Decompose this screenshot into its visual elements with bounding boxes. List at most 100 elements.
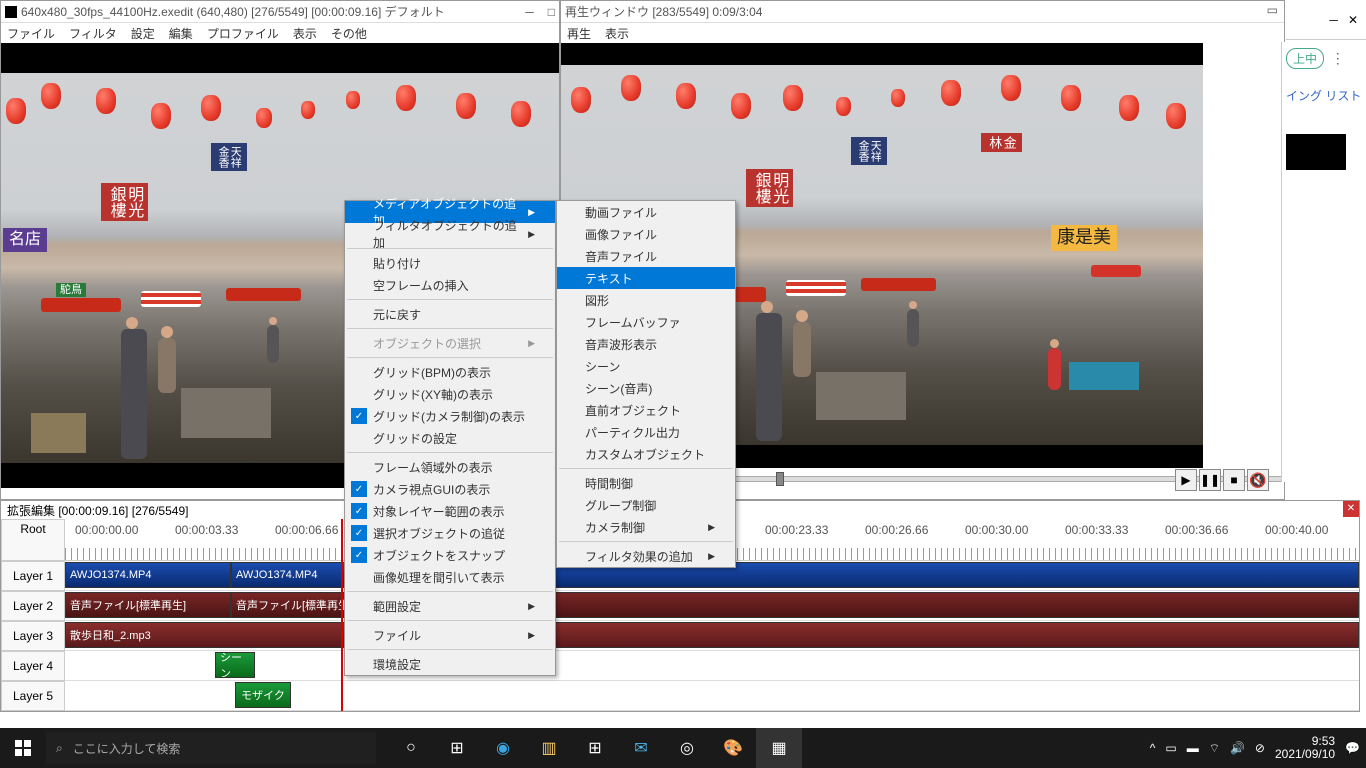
tray-battery-icon[interactable]: ▬ xyxy=(1187,741,1199,755)
menu-item[interactable]: フレームバッファ xyxy=(557,311,735,333)
menu-item[interactable]: パーティクル出力 xyxy=(557,421,735,443)
menu-item[interactable]: 画像ファイル xyxy=(557,223,735,245)
menu-item[interactable]: 直前オブジェクト xyxy=(557,399,735,421)
menu-item[interactable]: ✓対象レイヤー範囲の表示 xyxy=(345,500,555,522)
track-2[interactable]: 音声ファイル[標準再生] 音声ファイル[標準再生] xyxy=(65,591,1359,621)
menu-item[interactable]: 範囲設定▶ xyxy=(345,595,555,617)
store-icon[interactable]: ⊞ xyxy=(572,728,618,768)
tray-up-icon[interactable]: ^ xyxy=(1150,741,1156,755)
timeline-close-icon[interactable]: ✕ xyxy=(1343,501,1359,517)
menu-other[interactable]: その他 xyxy=(331,25,367,42)
pin-icon[interactable]: ▭ xyxy=(1267,3,1278,17)
menu-item[interactable]: 図形 xyxy=(557,289,735,311)
menu-settings[interactable]: 設定 xyxy=(131,25,155,42)
menu-file[interactable]: ファイル xyxy=(7,25,55,42)
main-titlebar[interactable]: 640x480_30fps_44100Hz.exedit (640,480) [… xyxy=(1,1,559,23)
search-placeholder: ここに入力して検索 xyxy=(73,740,181,757)
menu-item[interactable]: 音声波形表示 xyxy=(557,333,735,355)
aviutl-icon[interactable]: ▦ xyxy=(756,728,802,768)
menu-item[interactable]: カスタムオブジェクト xyxy=(557,443,735,465)
track-4[interactable]: シーン xyxy=(65,651,1359,681)
menu-item[interactable]: 環境設定 xyxy=(345,653,555,675)
menu-item[interactable]: オブジェクトの選択▶ xyxy=(345,332,555,354)
layer-1[interactable]: Layer 1 xyxy=(1,561,65,591)
playhead[interactable] xyxy=(341,519,343,711)
menu-item[interactable]: ✓カメラ視点GUIの表示 xyxy=(345,478,555,500)
menu-item[interactable]: ✓オブジェクトをスナップ xyxy=(345,544,555,566)
menu-profile[interactable]: プロファイル xyxy=(207,25,279,42)
stop-button[interactable]: ■ xyxy=(1223,469,1245,491)
notifications-icon[interactable]: 💬 xyxy=(1345,741,1360,755)
maximize-icon[interactable]: □ xyxy=(548,5,555,19)
menu-item[interactable]: シーン(音声) xyxy=(557,377,735,399)
tray-wifi-icon[interactable]: ⌔ xyxy=(1209,741,1220,756)
layer-3[interactable]: Layer 3 xyxy=(1,621,65,651)
menu-item[interactable]: カメラ制御▶ xyxy=(557,516,735,538)
menu-item[interactable]: フレーム領域外の表示 xyxy=(345,456,555,478)
menu-item[interactable]: 貼り付け xyxy=(345,252,555,274)
layer-2[interactable]: Layer 2 xyxy=(1,591,65,621)
menu-item[interactable]: グリッドの設定 xyxy=(345,427,555,449)
track-5[interactable]: モザイク xyxy=(65,681,1359,711)
taskbar-search[interactable]: ⌕ ここに入力して検索 xyxy=(46,732,376,764)
play-title: 再生ウィンドウ [283/5549] 0:09/3:04 xyxy=(565,3,762,20)
mail-icon[interactable]: ✉ xyxy=(618,728,664,768)
chrome-icon[interactable]: ◎ xyxy=(664,728,710,768)
play-menubar: 再生 表示 xyxy=(561,23,1284,43)
play-scrubbar[interactable] xyxy=(729,476,1366,482)
clip-mosaic[interactable]: モザイク xyxy=(235,682,291,708)
play-titlebar[interactable]: 再生ウィンドウ [283/5549] 0:09/3:04 ▭ xyxy=(561,1,1284,23)
clip-scene[interactable]: シーン xyxy=(215,652,255,678)
ext-close-icon[interactable]: ✕ xyxy=(1348,13,1358,27)
taskbar-clock[interactable]: 9:53 2021/09/10 xyxy=(1275,735,1335,761)
tray-volume-icon[interactable]: 🔊 xyxy=(1230,741,1245,755)
menu-item[interactable]: フィルタオブジェクトの追加▶ xyxy=(345,223,555,245)
layer-5[interactable]: Layer 5 xyxy=(1,681,65,711)
menu-item[interactable]: ✓グリッド(カメラ制御)の表示 xyxy=(345,405,555,427)
play-button[interactable]: ▶ xyxy=(1175,469,1197,491)
menu-filter[interactable]: フィルタ xyxy=(69,25,117,42)
menu-item[interactable]: ✓選択オブジェクトの追従 xyxy=(345,522,555,544)
status-badge[interactable]: 上中 xyxy=(1286,48,1324,69)
start-button[interactable] xyxy=(0,728,46,768)
explorer-icon[interactable]: ▥ xyxy=(526,728,572,768)
clip-audio-1[interactable]: 音声ファイル[標準再生] xyxy=(65,592,231,618)
menu-item[interactable]: 時間制御 xyxy=(557,472,735,494)
menu-item[interactable]: グリッド(BPM)の表示 xyxy=(345,361,555,383)
menu-item[interactable]: 音声ファイル xyxy=(557,245,735,267)
timeline-root-button[interactable]: Root xyxy=(1,519,65,561)
menu-view[interactable]: 表示 xyxy=(293,25,317,42)
menu-edit[interactable]: 編集 xyxy=(169,25,193,42)
menu-item[interactable]: 空フレームの挿入 xyxy=(345,274,555,296)
ext-min-icon[interactable]: ─ xyxy=(1329,13,1338,27)
menu-playview[interactable]: 表示 xyxy=(605,25,629,42)
cortana-icon[interactable]: ○ xyxy=(388,728,434,768)
more-icon[interactable]: ⋮ xyxy=(1331,50,1345,66)
tray-block-icon[interactable]: ⊘ xyxy=(1255,741,1265,755)
menu-item[interactable]: 元に戻す xyxy=(345,303,555,325)
clip-bgm[interactable]: 散歩日和_2.mp3 xyxy=(65,622,1359,648)
scrub-handle[interactable] xyxy=(776,472,784,486)
minimize-icon[interactable]: ─ xyxy=(525,5,534,19)
menu-item[interactable]: テキスト xyxy=(557,267,735,289)
menu-item[interactable]: フィルタ効果の追加▶ xyxy=(557,545,735,567)
taskview-icon[interactable]: ⊞ xyxy=(434,728,480,768)
edge-icon[interactable]: ◉ xyxy=(480,728,526,768)
menu-play[interactable]: 再生 xyxy=(567,25,591,42)
menu-item[interactable]: グリッド(XY軸)の表示 xyxy=(345,383,555,405)
track-3[interactable]: 散歩日和_2.mp3 xyxy=(65,621,1359,651)
side-list-label[interactable]: イング リスト xyxy=(1286,87,1362,104)
clip-video-1[interactable]: AWJO1374.MP4 xyxy=(65,562,231,588)
main-title: 640x480_30fps_44100Hz.exedit (640,480) [… xyxy=(21,3,445,20)
paint-icon[interactable]: 🎨 xyxy=(710,728,756,768)
menu-item[interactable]: ファイル▶ xyxy=(345,624,555,646)
menu-item[interactable]: シーン xyxy=(557,355,735,377)
menu-item[interactable]: グループ制御 xyxy=(557,494,735,516)
layer-4[interactable]: Layer 4 xyxy=(1,651,65,681)
menu-item[interactable]: 画像処理を間引いて表示 xyxy=(345,566,555,588)
mute-button[interactable]: 🔇 xyxy=(1247,469,1269,491)
pause-button[interactable]: ❚❚ xyxy=(1199,469,1221,491)
tray-keyboard-icon[interactable]: ▭ xyxy=(1165,741,1176,755)
side-thumb xyxy=(1286,134,1346,170)
menu-item[interactable]: 動画ファイル xyxy=(557,201,735,223)
